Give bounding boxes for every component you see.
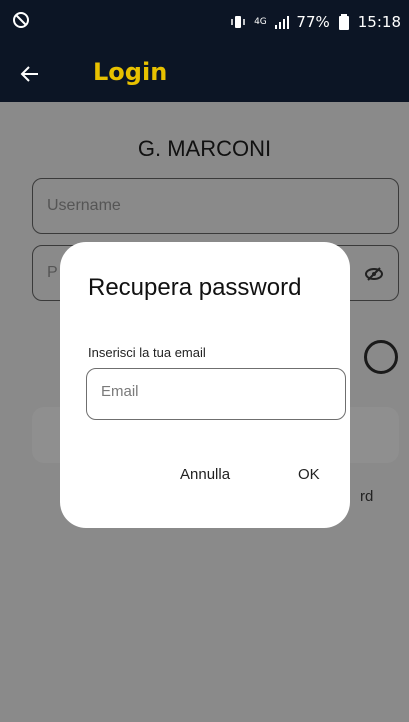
username-field[interactable]: Username [32, 178, 399, 234]
cancel-button[interactable]: Annulla [180, 466, 230, 483]
arrow-left-icon[interactable] [14, 58, 46, 90]
page-title: Login [93, 58, 168, 86]
network-4g-icon: 4G [254, 17, 267, 27]
email-field[interactable] [86, 368, 346, 420]
ok-button[interactable]: OK [298, 466, 320, 483]
do-not-disturb-icon [10, 9, 32, 31]
visibility-toggle-icon[interactable] [364, 264, 384, 284]
username-placeholder: Username [47, 197, 121, 214]
vibrate-icon [230, 14, 246, 30]
dialog-title: Recupera password [88, 274, 302, 301]
email-input[interactable] [101, 383, 321, 400]
signal-icon [274, 14, 290, 30]
status-bar: 4G 77% 15:18 [0, 0, 409, 44]
battery-icon [336, 14, 352, 30]
forgot-password-link[interactable]: rd [360, 488, 373, 505]
recover-password-dialog: Recupera password Inserisci la tua email… [60, 242, 350, 528]
app-bar: Login [0, 44, 409, 102]
clock: 15:18 [357, 13, 401, 31]
battery-percentage: 77% [296, 13, 330, 31]
school-name: G. MARCONI [137, 136, 272, 161]
email-label: Inserisci la tua email [88, 345, 206, 360]
remember-me-toggle[interactable] [364, 340, 398, 374]
password-placeholder: P [47, 264, 58, 281]
